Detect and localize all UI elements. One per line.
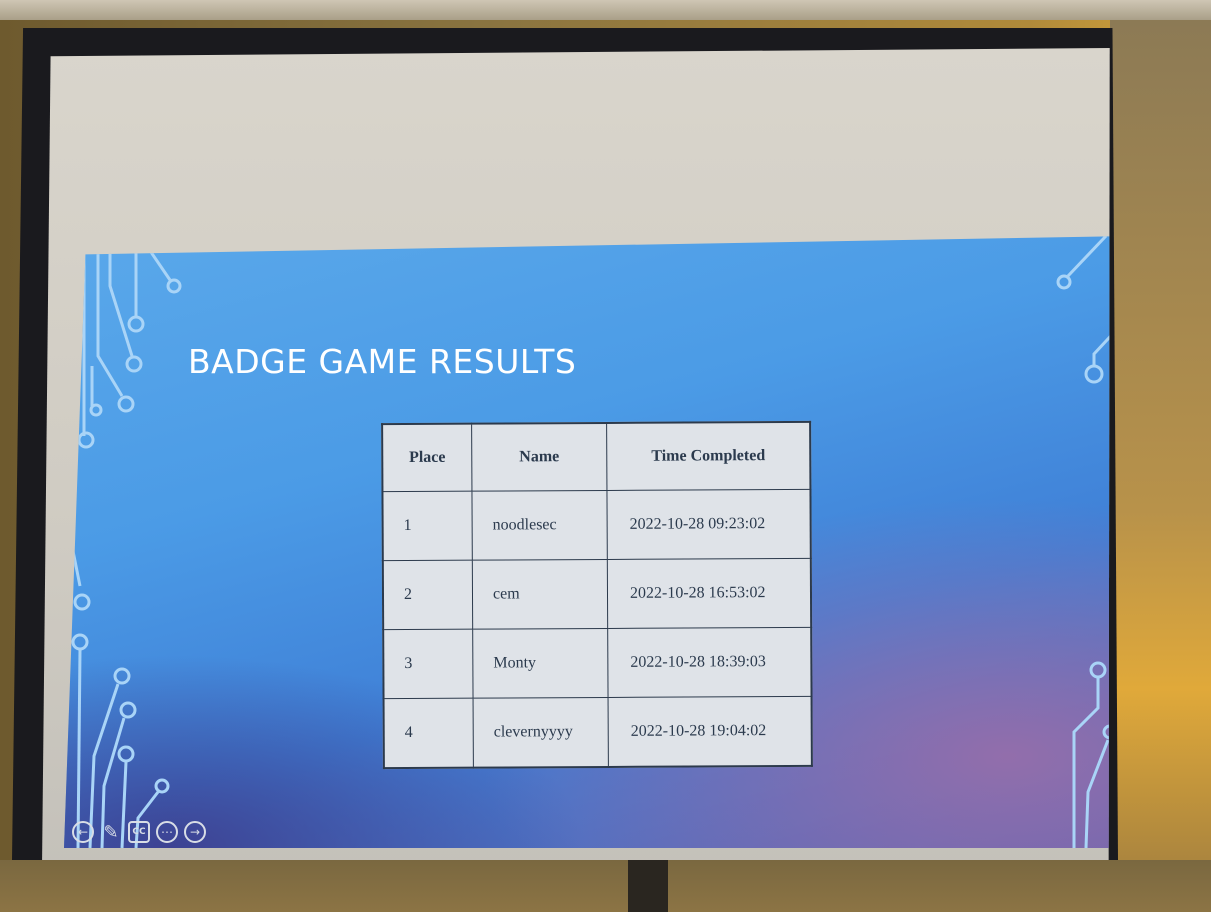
name-cell: clevernyyyy <box>473 697 609 768</box>
presentation-slide: BADGE GAME RESULTS Place Name Time Compl… <box>64 236 1110 848</box>
circuit-decoration-bottom-left-icon <box>70 546 170 848</box>
floor <box>0 860 1211 912</box>
table-row: 3 Monty 2022-10-28 18:39:03 <box>383 627 812 699</box>
table-row: 4 clevernyyyy 2022-10-28 19:04:02 <box>383 696 812 769</box>
time-cell: 2022-10-28 19:04:02 <box>608 696 812 767</box>
captions-icon[interactable]: CC <box>128 821 150 843</box>
column-header-time: Time Completed <box>606 421 811 491</box>
projector-screen-frame: BADGE GAME RESULTS Place Name Time Compl… <box>12 28 1118 860</box>
table-header-row: Place Name Time Completed <box>382 421 811 492</box>
place-cell: 3 <box>383 629 474 699</box>
projector-screen: BADGE GAME RESULTS Place Name Time Compl… <box>42 48 1110 860</box>
column-header-name: Name <box>471 422 607 492</box>
place-cell: 4 <box>383 698 474 769</box>
results-table: Place Name Time Completed 1 noodlesec 20… <box>381 420 813 770</box>
screen-stand <box>628 858 668 912</box>
time-cell: 2022-10-28 09:23:02 <box>606 489 811 560</box>
previous-icon[interactable]: ← <box>72 821 94 843</box>
place-cell: 2 <box>382 560 473 630</box>
time-cell: 2022-10-28 18:39:03 <box>607 627 812 698</box>
time-cell: 2022-10-28 16:53:02 <box>607 558 812 629</box>
slideshow-controls: ← ✎ CC ⋯ → <box>72 821 206 843</box>
column-header-place: Place <box>382 423 472 492</box>
pen-icon[interactable]: ✎ <box>100 821 122 843</box>
table-row: 1 noodlesec 2022-10-28 09:23:02 <box>382 489 811 561</box>
room-wall <box>1110 20 1211 912</box>
name-cell: Monty <box>472 628 609 699</box>
place-cell: 1 <box>382 491 473 561</box>
next-icon[interactable]: → <box>184 821 206 843</box>
table-row: 2 cem 2022-10-28 16:53:02 <box>382 558 812 630</box>
name-cell: noodlesec <box>471 490 608 561</box>
slide-title: BADGE GAME RESULTS <box>188 342 577 381</box>
circuit-decoration-top-left-icon <box>77 236 182 449</box>
name-cell: cem <box>472 559 608 630</box>
ceiling <box>0 0 1211 20</box>
more-icon[interactable]: ⋯ <box>156 821 178 843</box>
